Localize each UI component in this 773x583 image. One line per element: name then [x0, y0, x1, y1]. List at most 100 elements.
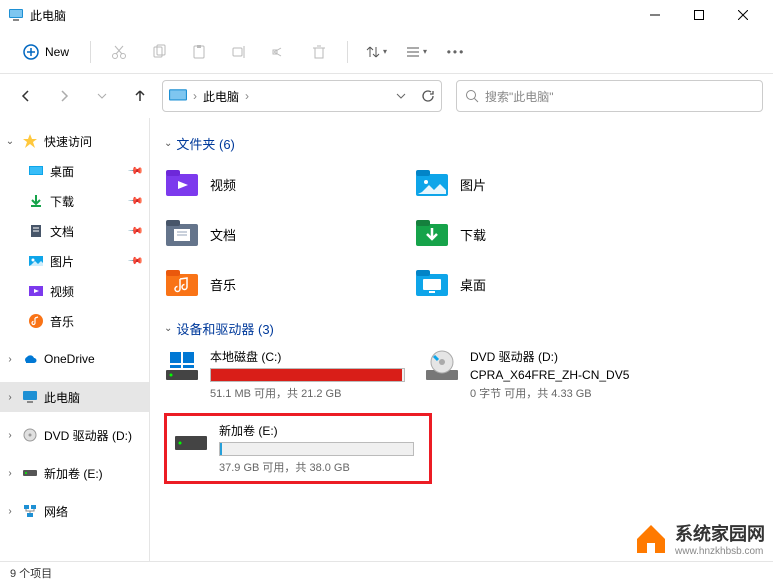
- drive-e-name: 新加卷 (E:): [219, 422, 423, 439]
- sidebar-music[interactable]: 音乐: [0, 306, 149, 336]
- rename-icon: [231, 44, 247, 60]
- chevron-right-icon: ›: [193, 89, 197, 103]
- watermark-url: www.hnzkhbsb.com: [675, 546, 765, 557]
- copy-icon: [151, 44, 167, 60]
- folders-grid: 视频 图片 文档 下载 音乐 桌面: [164, 163, 759, 305]
- section-folders-header[interactable]: ⌄文件夹 (6): [164, 134, 759, 153]
- pc-icon: [8, 7, 24, 23]
- maximize-button[interactable]: [677, 0, 721, 30]
- pin-icon: 📌: [126, 223, 143, 240]
- drive-icon: [22, 465, 38, 481]
- section-devices-header[interactable]: ⌄设备和驱动器 (3): [164, 319, 759, 338]
- breadcrumb-root[interactable]: 此电脑: [203, 88, 239, 105]
- pc-icon: [169, 89, 187, 103]
- folder-music[interactable]: 音乐: [164, 263, 394, 305]
- document-icon: [28, 223, 44, 239]
- pin-icon: 📌: [126, 193, 143, 210]
- chevron-right-icon: ›: [4, 354, 16, 365]
- music-icon: [28, 313, 44, 329]
- window-title: 此电脑: [30, 7, 633, 24]
- paste-button[interactable]: [181, 34, 217, 70]
- music-folder-icon: [164, 266, 200, 302]
- arrow-left-icon: [18, 88, 34, 104]
- view-button[interactable]: ▾: [398, 34, 434, 70]
- cloud-icon: [22, 351, 38, 367]
- sidebar: ⌄快速访问 桌面📌 下载📌 文档📌 图片📌 视频 音乐 ›OneDrive ›此…: [0, 118, 150, 561]
- folder-pictures[interactable]: 图片: [414, 163, 644, 205]
- plus-circle-icon: [23, 44, 39, 60]
- folder-downloads[interactable]: 下载: [414, 213, 644, 255]
- content-area: ⌄文件夹 (6) 视频 图片 文档 下载 音乐 桌面 ⌄设备和驱动器 (3) 本…: [150, 118, 773, 561]
- drive-e-bar: [219, 442, 414, 456]
- arrow-right-icon: [56, 88, 72, 104]
- address-bar[interactable]: › 此电脑 ›: [162, 80, 442, 112]
- sidebar-videos[interactable]: 视频: [0, 276, 149, 306]
- new-button[interactable]: New: [12, 39, 80, 65]
- close-button[interactable]: [721, 0, 765, 30]
- delete-button[interactable]: [301, 34, 337, 70]
- pictures-folder-icon: [414, 166, 450, 202]
- drive-d-sub: 0 字节 可用，共 4.33 GB: [470, 385, 674, 401]
- separator: [347, 41, 348, 63]
- more-button[interactable]: •••: [438, 34, 474, 70]
- toolbar: New ▾ ▾ •••: [0, 30, 773, 74]
- drive-e-fill: [220, 443, 222, 455]
- chevron-right-icon: ›: [4, 506, 16, 517]
- search-icon: [465, 89, 479, 103]
- house-icon: [633, 521, 669, 557]
- forward-button[interactable]: [48, 80, 80, 112]
- arrow-up-icon: [132, 88, 148, 104]
- pin-icon: 📌: [126, 253, 143, 270]
- drive-c[interactable]: 本地磁盘 (C:) 51.1 MB 可用，共 21.2 GB: [164, 348, 414, 401]
- share-icon: [271, 44, 287, 60]
- sidebar-newvol[interactable]: ›新加卷 (E:): [0, 458, 149, 488]
- rename-button[interactable]: [221, 34, 257, 70]
- minimize-button[interactable]: [633, 0, 677, 30]
- chevron-down-icon: ⌄: [164, 138, 172, 149]
- folder-desktop[interactable]: 桌面: [414, 263, 644, 305]
- recent-button[interactable]: [86, 80, 118, 112]
- refresh-icon[interactable]: [421, 89, 435, 103]
- desktop-folder-icon: [414, 266, 450, 302]
- sidebar-desktop[interactable]: 桌面📌: [0, 156, 149, 186]
- windows-drive-icon: [164, 348, 200, 384]
- sort-icon: [365, 44, 381, 60]
- cut-icon: [111, 44, 127, 60]
- sidebar-documents[interactable]: 文档📌: [0, 216, 149, 246]
- chevron-down-icon: [97, 91, 107, 101]
- sidebar-dvd[interactable]: ›DVD 驱动器 (D:): [0, 420, 149, 450]
- up-button[interactable]: [124, 80, 156, 112]
- sidebar-pictures[interactable]: 图片📌: [0, 246, 149, 276]
- status-text: 9 个项目: [10, 565, 52, 581]
- drive-c-bar: [210, 368, 405, 382]
- disc-icon: [22, 427, 38, 443]
- drive-row-1: 本地磁盘 (C:) 51.1 MB 可用，共 21.2 GB DVD 驱动器 (…: [164, 348, 759, 401]
- video-folder-icon: [164, 166, 200, 202]
- paste-icon: [191, 44, 207, 60]
- search-box[interactable]: 搜索"此电脑": [456, 80, 763, 112]
- drive-e[interactable]: 新加卷 (E:) 37.9 GB 可用，共 38.0 GB: [173, 422, 423, 475]
- sidebar-network[interactable]: ›网络: [0, 496, 149, 526]
- folder-videos[interactable]: 视频: [164, 163, 394, 205]
- drive-c-name: 本地磁盘 (C:): [210, 348, 414, 365]
- separator: [90, 41, 91, 63]
- sidebar-thispc[interactable]: ›此电脑: [0, 382, 149, 412]
- cut-button[interactable]: [101, 34, 137, 70]
- chevron-down-icon[interactable]: [395, 90, 407, 102]
- pin-icon: 📌: [126, 163, 143, 180]
- watermark: 系统家园网 www.hnzkhbsb.com: [633, 520, 765, 557]
- folder-documents[interactable]: 文档: [164, 213, 394, 255]
- drive-c-fill: [211, 369, 402, 381]
- back-button[interactable]: [10, 80, 42, 112]
- drive-d[interactable]: DVD 驱动器 (D:) CPRA_X64FRE_ZH-CN_DV5 0 字节 …: [424, 348, 674, 401]
- share-button[interactable]: [261, 34, 297, 70]
- sidebar-quick-access[interactable]: ⌄快速访问: [0, 126, 149, 156]
- sidebar-onedrive[interactable]: ›OneDrive: [0, 344, 149, 374]
- nav-row: › 此电脑 › 搜索"此电脑": [0, 74, 773, 118]
- sidebar-downloads[interactable]: 下载📌: [0, 186, 149, 216]
- chevron-right-icon: ›: [4, 392, 16, 403]
- star-icon: [22, 133, 38, 149]
- copy-button[interactable]: [141, 34, 177, 70]
- sort-button[interactable]: ▾: [358, 34, 394, 70]
- pc-icon: [22, 389, 38, 405]
